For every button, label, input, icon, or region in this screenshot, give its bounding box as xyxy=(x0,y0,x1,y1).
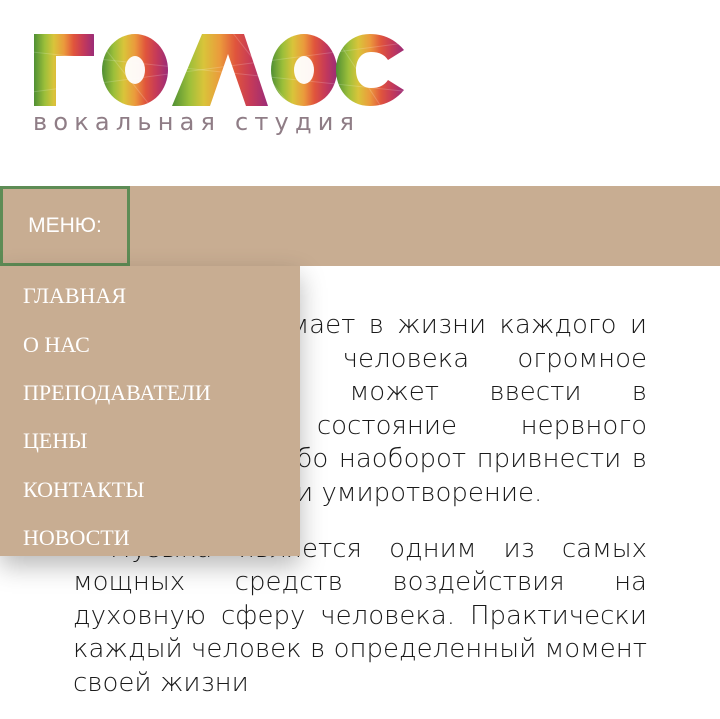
menu-dropdown: ГЛАВНАЯ О НАС ПРЕПОДАВАТЕЛИ ЦЕНЫ КОНТАКТ… xyxy=(0,266,300,556)
page: вокальная студия МЕНЮ: Музыка занимает в… xyxy=(0,0,720,719)
site-logo[interactable]: вокальная студия xyxy=(32,32,412,142)
menu-item-about[interactable]: О НАС xyxy=(0,320,300,368)
logo-wordmark xyxy=(32,32,412,108)
menu-toggle-button[interactable]: МЕНЮ: xyxy=(0,186,130,266)
menu-item-contacts[interactable]: КОНТАКТЫ xyxy=(0,466,300,514)
menu-item-prices[interactable]: ЦЕНЫ xyxy=(0,417,300,465)
logo-subtitle: вокальная студия xyxy=(33,108,361,136)
menu-item-news[interactable]: НОВОСТИ xyxy=(0,514,300,562)
menu-item-home[interactable]: ГЛАВНАЯ xyxy=(0,272,300,320)
menu-bar: МЕНЮ: xyxy=(0,186,720,266)
menu-item-teachers[interactable]: ПРЕПОДАВАТЕЛИ xyxy=(0,369,300,417)
